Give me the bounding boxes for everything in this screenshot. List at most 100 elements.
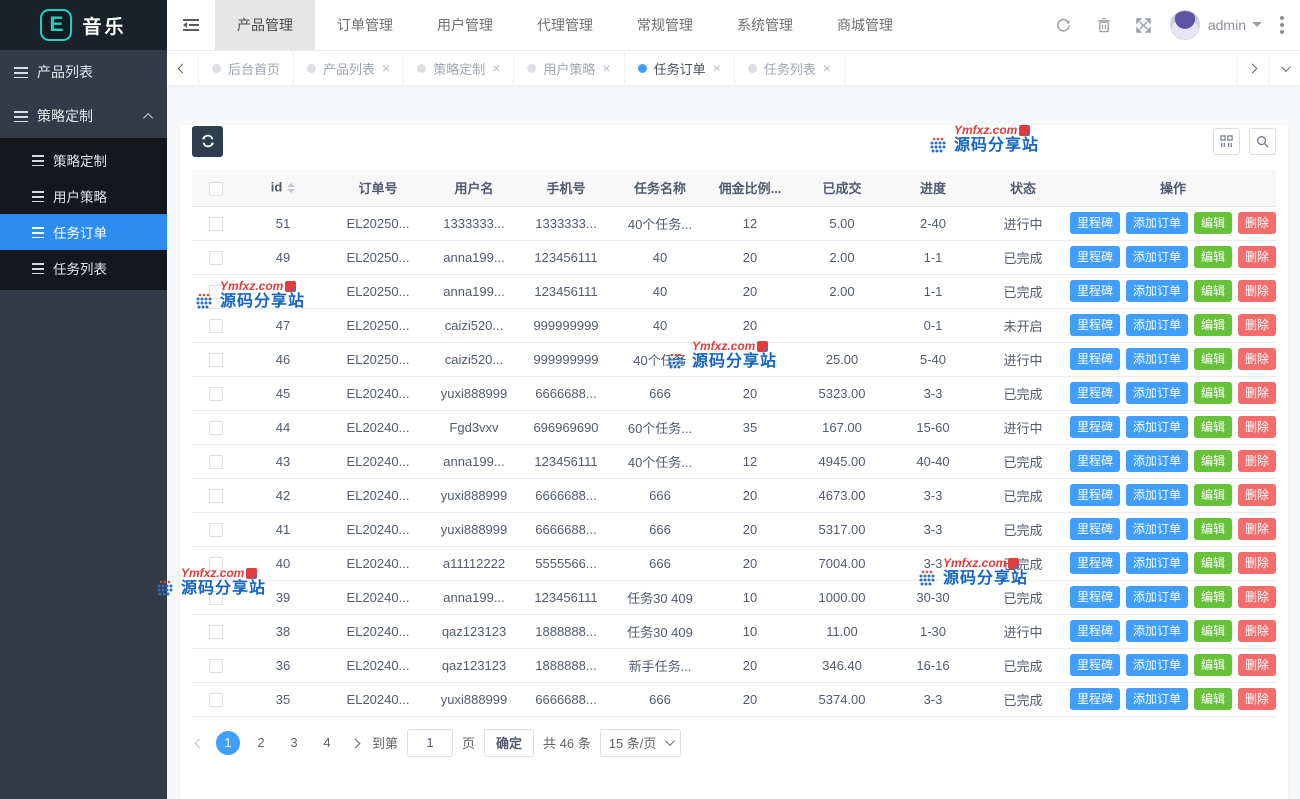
edit-button[interactable]: 编辑 bbox=[1194, 314, 1232, 336]
sidebar-collapse-button[interactable] bbox=[167, 0, 215, 50]
milestone-button[interactable]: 里程碑 bbox=[1070, 212, 1120, 234]
page-tab[interactable]: 用户策略 × bbox=[514, 51, 624, 85]
add-order-button[interactable]: 添加订单 bbox=[1126, 654, 1188, 676]
sidebar-subitem[interactable]: 任务列表 bbox=[0, 250, 167, 286]
row-checkbox[interactable] bbox=[209, 285, 223, 299]
page-number[interactable]: 1 bbox=[216, 731, 240, 755]
sidebar-item[interactable]: 产品列表 bbox=[0, 50, 167, 94]
add-order-button[interactable]: 添加订单 bbox=[1126, 314, 1188, 336]
milestone-button[interactable]: 里程碑 bbox=[1070, 654, 1120, 676]
sidebar-subitem[interactable]: 策略定制 bbox=[0, 142, 167, 178]
edit-button[interactable]: 编辑 bbox=[1194, 382, 1232, 404]
delete-button[interactable]: 删除 bbox=[1238, 484, 1276, 506]
edit-button[interactable]: 编辑 bbox=[1194, 552, 1232, 574]
page-tab[interactable]: 策略定制 × bbox=[404, 51, 514, 85]
delete-button[interactable]: 删除 bbox=[1238, 518, 1276, 540]
page-prev-button[interactable] bbox=[192, 735, 207, 750]
milestone-button[interactable]: 里程碑 bbox=[1070, 246, 1120, 268]
sidebar-subitem[interactable]: 用户策略 bbox=[0, 178, 167, 214]
goto-confirm-button[interactable]: 确定 bbox=[484, 729, 534, 757]
edit-button[interactable]: 编辑 bbox=[1194, 450, 1232, 472]
page-tab[interactable]: 产品列表 × bbox=[294, 51, 404, 85]
column-settings-button[interactable] bbox=[1213, 128, 1240, 155]
edit-button[interactable]: 编辑 bbox=[1194, 484, 1232, 506]
tabs-scroll-left-button[interactable] bbox=[167, 51, 199, 85]
tab-close-icon[interactable]: × bbox=[492, 61, 500, 75]
edit-button[interactable]: 编辑 bbox=[1194, 620, 1232, 642]
add-order-button[interactable]: 添加订单 bbox=[1126, 586, 1188, 608]
delete-button[interactable]: 删除 bbox=[1238, 246, 1276, 268]
milestone-button[interactable]: 里程碑 bbox=[1070, 484, 1120, 506]
row-checkbox[interactable] bbox=[209, 455, 223, 469]
sidebar-subitem[interactable]: 任务订单 bbox=[0, 214, 167, 250]
tab-close-icon[interactable]: × bbox=[823, 61, 831, 75]
page-size-select[interactable]: 15 条/页 bbox=[600, 729, 682, 757]
row-checkbox[interactable] bbox=[209, 319, 223, 333]
row-checkbox[interactable] bbox=[209, 659, 223, 673]
fullscreen-button[interactable] bbox=[1124, 0, 1164, 50]
row-checkbox[interactable] bbox=[209, 353, 223, 367]
milestone-button[interactable]: 里程碑 bbox=[1070, 314, 1120, 336]
top-nav-item[interactable]: 订单管理 bbox=[315, 0, 415, 50]
page-number[interactable]: 3 bbox=[282, 731, 306, 755]
row-checkbox[interactable] bbox=[209, 557, 223, 571]
milestone-button[interactable]: 里程碑 bbox=[1070, 552, 1120, 574]
delete-button[interactable]: 删除 bbox=[1238, 416, 1276, 438]
milestone-button[interactable]: 里程碑 bbox=[1070, 382, 1120, 404]
add-order-button[interactable]: 添加订单 bbox=[1126, 552, 1188, 574]
tab-close-icon[interactable]: × bbox=[602, 61, 610, 75]
milestone-button[interactable]: 里程碑 bbox=[1070, 688, 1120, 710]
add-order-button[interactable]: 添加订单 bbox=[1126, 688, 1188, 710]
page-tab[interactable]: 任务列表 × bbox=[735, 51, 845, 85]
table-refresh-button[interactable] bbox=[192, 126, 223, 157]
row-checkbox[interactable] bbox=[209, 625, 223, 639]
refresh-button[interactable] bbox=[1044, 0, 1084, 50]
edit-button[interactable]: 编辑 bbox=[1194, 654, 1232, 676]
page-next-button[interactable] bbox=[348, 735, 363, 750]
delete-button[interactable]: 删除 bbox=[1238, 348, 1276, 370]
tab-close-icon[interactable]: × bbox=[713, 61, 721, 75]
select-all-checkbox[interactable] bbox=[209, 182, 223, 196]
table-search-button[interactable] bbox=[1249, 128, 1276, 155]
add-order-button[interactable]: 添加订单 bbox=[1126, 484, 1188, 506]
page-tab[interactable]: 后台首页 bbox=[199, 51, 294, 85]
edit-button[interactable]: 编辑 bbox=[1194, 212, 1232, 234]
add-order-button[interactable]: 添加订单 bbox=[1126, 518, 1188, 540]
delete-button[interactable]: 删除 bbox=[1238, 314, 1276, 336]
row-checkbox[interactable] bbox=[209, 489, 223, 503]
tabs-menu-button[interactable] bbox=[1268, 51, 1300, 85]
add-order-button[interactable]: 添加订单 bbox=[1126, 280, 1188, 302]
add-order-button[interactable]: 添加订单 bbox=[1126, 246, 1188, 268]
goto-page-input[interactable] bbox=[407, 729, 453, 757]
delete-button[interactable]: 删除 bbox=[1238, 688, 1276, 710]
add-order-button[interactable]: 添加订单 bbox=[1126, 382, 1188, 404]
edit-button[interactable]: 编辑 bbox=[1194, 586, 1232, 608]
delete-button[interactable]: 删除 bbox=[1238, 586, 1276, 608]
add-order-button[interactable]: 添加订单 bbox=[1126, 450, 1188, 472]
milestone-button[interactable]: 里程碑 bbox=[1070, 586, 1120, 608]
milestone-button[interactable]: 里程碑 bbox=[1070, 450, 1120, 472]
milestone-button[interactable]: 里程碑 bbox=[1070, 348, 1120, 370]
tabs-scroll-right-button[interactable] bbox=[1236, 51, 1268, 85]
row-checkbox[interactable] bbox=[209, 217, 223, 231]
top-nav-item[interactable]: 用户管理 bbox=[415, 0, 515, 50]
milestone-button[interactable]: 里程碑 bbox=[1070, 620, 1120, 642]
add-order-button[interactable]: 添加订单 bbox=[1126, 348, 1188, 370]
user-menu[interactable]: admin bbox=[1208, 17, 1272, 33]
page-number[interactable]: 2 bbox=[249, 731, 273, 755]
clear-cache-button[interactable] bbox=[1084, 0, 1124, 50]
top-nav-item[interactable]: 常规管理 bbox=[615, 0, 715, 50]
delete-button[interactable]: 删除 bbox=[1238, 450, 1276, 472]
milestone-button[interactable]: 里程碑 bbox=[1070, 518, 1120, 540]
row-checkbox[interactable] bbox=[209, 421, 223, 435]
edit-button[interactable]: 编辑 bbox=[1194, 518, 1232, 540]
edit-button[interactable]: 编辑 bbox=[1194, 416, 1232, 438]
user-avatar[interactable] bbox=[1170, 10, 1200, 40]
delete-button[interactable]: 删除 bbox=[1238, 654, 1276, 676]
page-tab[interactable]: 任务订单 × bbox=[625, 51, 735, 85]
top-nav-item[interactable]: 系统管理 bbox=[715, 0, 815, 50]
milestone-button[interactable]: 里程碑 bbox=[1070, 280, 1120, 302]
edit-button[interactable]: 编辑 bbox=[1194, 246, 1232, 268]
delete-button[interactable]: 删除 bbox=[1238, 280, 1276, 302]
top-nav-item[interactable]: 商城管理 bbox=[815, 0, 915, 50]
